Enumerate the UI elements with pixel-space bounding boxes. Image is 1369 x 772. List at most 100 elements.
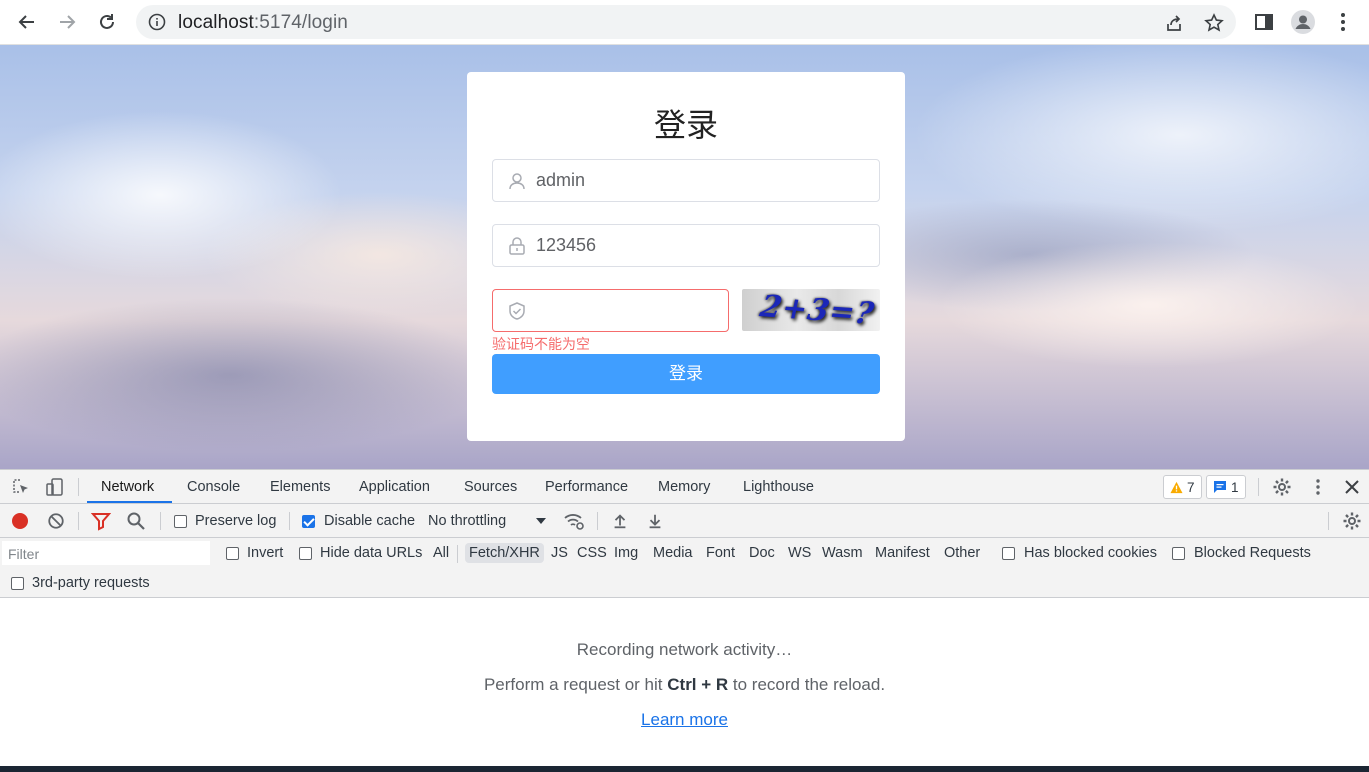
preserve-log-label[interactable]: Preserve log — [195, 513, 276, 529]
device-toolbar-button[interactable] — [44, 476, 66, 498]
taskbar-edge — [0, 766, 1369, 772]
messages-count: 1 — [1231, 479, 1239, 495]
invert-label[interactable]: Invert — [247, 545, 283, 561]
captcha-image-text: 2+3=? — [757, 289, 878, 331]
filter-type-img[interactable]: Img — [614, 545, 638, 561]
has-blocked-cookies-checkbox[interactable] — [1002, 547, 1015, 560]
messages-badge[interactable]: 1 — [1206, 475, 1246, 499]
inspect-element-button[interactable] — [10, 476, 32, 498]
arrow-left-icon — [18, 15, 34, 29]
side-panel-button[interactable] — [1252, 10, 1276, 34]
filter-input[interactable]: Filter — [2, 541, 210, 565]
devtools-panel: Network Console Elements Application Sou… — [0, 469, 1369, 767]
throttling-select[interactable]: No throttling — [428, 513, 548, 531]
password-field[interactable]: 123456 — [492, 224, 880, 267]
upload-icon — [614, 514, 626, 529]
learn-more-link[interactable]: Learn more — [641, 710, 728, 729]
filter-type-fetch-xhr[interactable]: Fetch/XHR — [465, 543, 544, 563]
search-button[interactable] — [125, 510, 147, 532]
filter-type-wasm[interactable]: Wasm — [822, 545, 863, 561]
reload-button[interactable] — [92, 7, 122, 37]
export-har-button[interactable] — [644, 510, 666, 532]
info-icon[interactable] — [148, 13, 166, 31]
browser-menu-button[interactable] — [1331, 10, 1355, 34]
reload-hint-prefix: Perform a request or hit — [483, 675, 668, 694]
network-filter-bar: Filter Invert Hide data URLs All Fetch/X… — [0, 538, 1369, 598]
third-party-requests-checkbox[interactable] — [11, 577, 24, 590]
back-button[interactable] — [12, 7, 42, 37]
throttling-value: No throttling — [428, 513, 507, 529]
login-card: 登录 admin 123456 2+3=? 验证码不能为空 登录 — [467, 72, 905, 441]
network-conditions-button[interactable] — [563, 510, 585, 532]
blocked-requests-label[interactable]: Blocked Requests — [1194, 545, 1311, 561]
tab-application[interactable]: Application — [359, 479, 430, 495]
reload-hint-suffix: to record the reload. — [728, 675, 886, 694]
third-party-requests-label[interactable]: 3rd-party requests — [32, 575, 150, 591]
message-icon — [1214, 481, 1226, 493]
tab-separator — [78, 478, 79, 496]
profile-button[interactable] — [1291, 10, 1315, 34]
devtools-menu-button[interactable] — [1307, 476, 1329, 498]
tab-elements[interactable]: Elements — [270, 479, 330, 495]
avatar-icon — [1291, 10, 1315, 34]
filter-type-other[interactable]: Other — [944, 545, 980, 561]
login-button[interactable]: 登录 — [492, 354, 880, 394]
record-button[interactable] — [9, 510, 31, 532]
has-blocked-cookies-label[interactable]: Has blocked cookies — [1024, 545, 1157, 561]
toolbar-separator — [160, 512, 161, 530]
filter-type-css[interactable]: CSS — [577, 545, 607, 561]
filter-type-ws[interactable]: WS — [788, 545, 811, 561]
tab-separator — [1258, 478, 1259, 496]
bookmark-star-icon[interactable] — [1204, 13, 1224, 33]
tab-network[interactable]: Network — [101, 479, 154, 495]
network-settings-button[interactable] — [1341, 510, 1363, 532]
username-field[interactable]: admin — [492, 159, 880, 202]
warnings-badge[interactable]: 7 — [1163, 475, 1202, 499]
captcha-error-message: 验证码不能为空 — [492, 337, 590, 353]
filter-type-font[interactable]: Font — [706, 545, 735, 561]
filter-funnel-icon — [91, 513, 111, 531]
share-icon[interactable] — [1164, 13, 1184, 33]
invert-checkbox[interactable] — [226, 547, 239, 560]
filter-type-all[interactable]: All — [433, 545, 449, 561]
tab-lighthouse[interactable]: Lighthouse — [743, 479, 814, 495]
devtools-tab-bar: Network Console Elements Application Sou… — [0, 470, 1369, 504]
chevron-down-icon — [536, 518, 546, 524]
wifi-settings-icon — [564, 514, 584, 530]
hide-data-urls-checkbox[interactable] — [299, 547, 312, 560]
tab-sources[interactable]: Sources — [464, 479, 517, 495]
kebab-menu-icon — [1341, 13, 1345, 31]
tab-memory[interactable]: Memory — [658, 479, 710, 495]
clear-button[interactable] — [45, 510, 67, 532]
address-bar[interactable]: localhost:5174/login — [136, 5, 1236, 39]
forward-button[interactable] — [52, 7, 82, 37]
captcha-input[interactable] — [492, 289, 729, 332]
toolbar-separator — [78, 512, 79, 530]
filter-type-media[interactable]: Media — [653, 545, 693, 561]
captcha-image[interactable]: 2+3=? — [742, 289, 880, 331]
filter-type-js[interactable]: JS — [551, 545, 568, 561]
import-har-button[interactable] — [609, 510, 631, 532]
reload-hint: Perform a request or hit Ctrl + R to rec… — [0, 675, 1369, 695]
arrow-right-icon — [60, 15, 76, 29]
url-host: localhost — [178, 12, 254, 33]
preserve-log-checkbox[interactable] — [174, 515, 187, 528]
devtools-settings-button[interactable] — [1271, 476, 1293, 498]
search-icon — [127, 512, 145, 530]
toolbar-separator — [1328, 512, 1329, 530]
devtools-close-button[interactable] — [1341, 476, 1363, 498]
filter-type-doc[interactable]: Doc — [749, 545, 775, 561]
tab-console[interactable]: Console — [187, 479, 240, 495]
gear-icon — [1273, 478, 1291, 496]
url-text[interactable]: localhost:5174/login — [178, 12, 348, 34]
toolbar-separator — [289, 512, 290, 530]
filter-type-manifest[interactable]: Manifest — [875, 545, 930, 561]
disable-cache-label[interactable]: Disable cache — [324, 513, 415, 529]
blocked-requests-checkbox[interactable] — [1172, 547, 1185, 560]
tab-performance[interactable]: Performance — [545, 479, 628, 495]
hide-data-urls-label[interactable]: Hide data URLs — [320, 545, 422, 561]
filter-separator — [457, 545, 458, 563]
network-empty-state: Recording network activity… Perform a re… — [0, 598, 1369, 767]
filter-toggle-button[interactable] — [90, 510, 112, 532]
disable-cache-checkbox[interactable] — [302, 515, 315, 528]
